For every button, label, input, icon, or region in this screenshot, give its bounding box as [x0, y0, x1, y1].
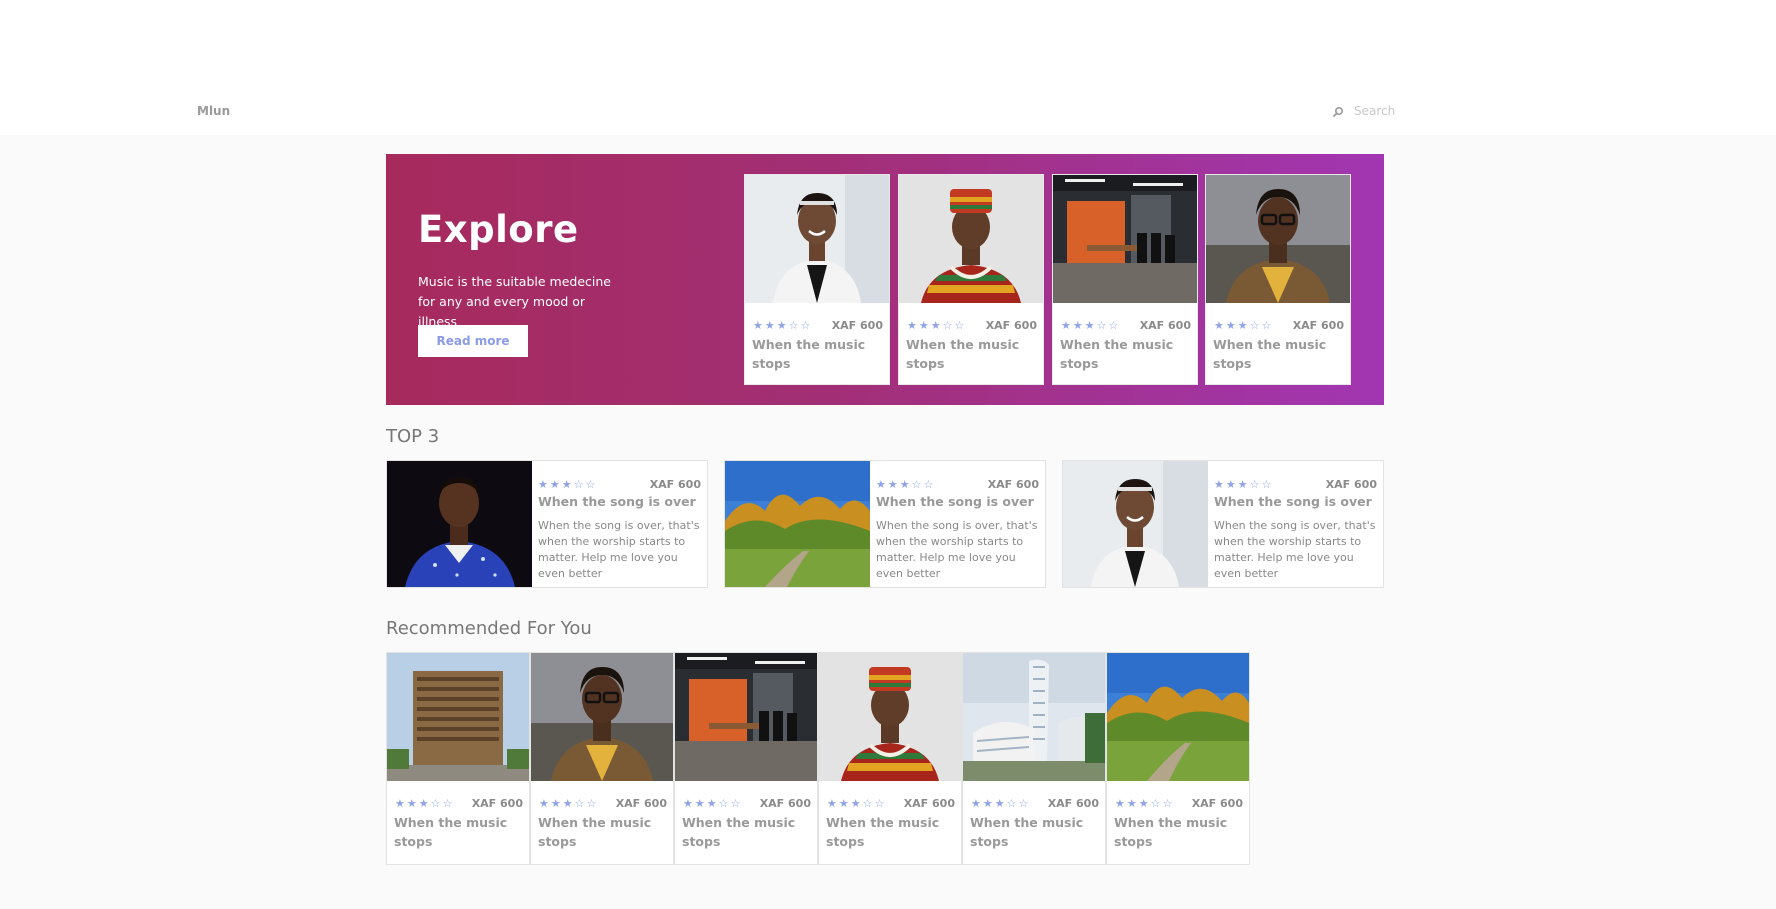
star-rating: ★★★☆☆	[539, 797, 599, 810]
star-rating: ★★★☆☆	[1214, 478, 1274, 491]
star-rating: ★★★☆☆	[753, 319, 813, 332]
search-icon[interactable]	[1331, 104, 1345, 118]
rating-row: ★★★☆☆ XAF 600	[963, 793, 1105, 813]
card-title[interactable]: When the song is over	[1208, 494, 1383, 509]
price-label: XAF 600	[987, 478, 1039, 491]
card-description: When the song is over, that's when the w…	[1214, 519, 1376, 580]
office-orange-room-photo	[1053, 175, 1197, 303]
star-rating: ★★★☆☆	[538, 478, 598, 491]
recommended-card[interactable]: ★★★☆☆ XAF 600 When the music stops	[818, 652, 962, 865]
rating-row: ★★★☆☆ XAF 600	[675, 793, 817, 813]
card-title[interactable]: When the music stops	[531, 813, 673, 851]
rating-row: ★★★☆☆ XAF 600	[387, 793, 529, 813]
woman-glasses-photo	[1206, 175, 1350, 303]
rating-row: ★★★☆☆ XAF 600	[819, 793, 961, 813]
modern-architecture-photo	[963, 653, 1105, 781]
star-rating: ★★★☆☆	[1115, 797, 1175, 810]
price-label: XAF 600	[985, 319, 1037, 332]
recommended-card[interactable]: ★★★☆☆ XAF 600 When the music stops	[962, 652, 1106, 865]
top3-card-body: ★★★☆☆ XAF 600 When the song is over When…	[1208, 461, 1383, 587]
price-label: XAF 600	[471, 797, 523, 810]
woman-glasses-photo	[531, 653, 673, 781]
card-title[interactable]: When the music stops	[1206, 335, 1350, 373]
man-blue-shirt-photo	[387, 461, 532, 587]
recommended-card[interactable]: ★★★☆☆ XAF 600 When the music stops	[530, 652, 674, 865]
recommended-card[interactable]: ★★★☆☆ XAF 600 When the music stops	[1106, 652, 1250, 865]
office-orange-room-photo	[675, 653, 817, 781]
top3-card-body: ★★★☆☆ XAF 600 When the song is over When…	[870, 461, 1045, 587]
price-label: XAF 600	[1139, 319, 1191, 332]
price-label: XAF 600	[1191, 797, 1243, 810]
man-traditional-attire-photo	[899, 175, 1043, 303]
forest-path-photo	[725, 461, 870, 587]
star-rating: ★★★☆☆	[907, 319, 967, 332]
card-title[interactable]: When the music stops	[963, 813, 1105, 851]
card-title[interactable]: When the song is over	[532, 494, 707, 509]
card-title[interactable]: When the music stops	[1053, 335, 1197, 373]
top3-card[interactable]: ★★★☆☆ XAF 600 When the song is over When…	[1062, 460, 1384, 588]
price-label: XAF 600	[903, 797, 955, 810]
price-label: XAF 600	[1325, 478, 1377, 491]
rating-row: ★★★☆☆ XAF 600	[1208, 478, 1383, 494]
hero-card[interactable]: ★★★☆☆ XAF 600 When the music stops	[744, 174, 890, 385]
man-traditional-attire-photo	[819, 653, 961, 781]
card-title[interactable]: When the music stops	[899, 335, 1043, 373]
rating-row: ★★★☆☆ XAF 600	[870, 478, 1045, 494]
search-input[interactable]	[1354, 104, 1474, 118]
hero-card[interactable]: ★★★☆☆ XAF 600 When the music stops	[1052, 174, 1198, 385]
hero-description: Music is the suitable medecine for any a…	[418, 274, 611, 329]
top3-heading: TOP 3	[386, 426, 440, 447]
woman-white-blazer-photo	[1063, 461, 1208, 587]
price-label: XAF 600	[831, 319, 883, 332]
rating-row: ★★★☆☆ XAF 600	[532, 478, 707, 494]
price-label: XAF 600	[649, 478, 701, 491]
price-label: XAF 600	[615, 797, 667, 810]
card-title[interactable]: When the music stops	[745, 335, 889, 373]
rating-row: ★★★☆☆ XAF 600	[899, 315, 1043, 335]
top3-card[interactable]: ★★★☆☆ XAF 600 When the song is over When…	[386, 460, 708, 588]
top-navbar: Mlun	[0, 0, 1776, 135]
star-rating: ★★★☆☆	[683, 797, 743, 810]
top3-card[interactable]: ★★★☆☆ XAF 600 When the song is over When…	[724, 460, 1046, 588]
woman-white-blazer-photo	[745, 175, 889, 303]
recommended-card[interactable]: ★★★☆☆ XAF 600 When the music stops	[386, 652, 530, 865]
star-rating: ★★★☆☆	[827, 797, 887, 810]
top3-card-body: ★★★☆☆ XAF 600 When the song is over When…	[532, 461, 707, 587]
price-label: XAF 600	[759, 797, 811, 810]
card-title[interactable]: When the music stops	[675, 813, 817, 851]
recommended-card[interactable]: ★★★☆☆ XAF 600 When the music stops	[674, 652, 818, 865]
rating-row: ★★★☆☆ XAF 600	[1206, 315, 1350, 335]
card-title[interactable]: When the music stops	[819, 813, 961, 851]
star-rating: ★★★☆☆	[876, 478, 936, 491]
rating-row: ★★★☆☆ XAF 600	[745, 315, 889, 335]
hero-card[interactable]: ★★★☆☆ XAF 600 When the music stops	[1205, 174, 1351, 385]
read-more-button[interactable]: Read more	[418, 325, 528, 357]
building-tower-photo	[387, 653, 529, 781]
star-rating: ★★★☆☆	[395, 797, 455, 810]
card-title[interactable]: When the song is over	[870, 494, 1045, 509]
card-title[interactable]: When the music stops	[1107, 813, 1249, 851]
rating-row: ★★★☆☆ XAF 600	[1053, 315, 1197, 335]
rating-row: ★★★☆☆ XAF 600	[1107, 793, 1249, 813]
star-rating: ★★★☆☆	[1061, 319, 1121, 332]
price-label: XAF 600	[1047, 797, 1099, 810]
card-description: When the song is over, that's when the w…	[876, 519, 1038, 580]
star-rating: ★★★☆☆	[1214, 319, 1274, 332]
recommended-heading: Recommended For You	[386, 618, 592, 639]
rating-row: ★★★☆☆ XAF 600	[531, 793, 673, 813]
card-title[interactable]: When the music stops	[387, 813, 529, 851]
hero-card[interactable]: ★★★☆☆ XAF 600 When the music stops	[898, 174, 1044, 385]
forest-path-photo	[1107, 653, 1249, 781]
brand-logo[interactable]: Mlun	[197, 104, 230, 118]
star-rating: ★★★☆☆	[971, 797, 1031, 810]
card-description: When the song is over, that's when the w…	[538, 519, 700, 580]
price-label: XAF 600	[1292, 319, 1344, 332]
hero-title: Explore	[418, 208, 579, 251]
search-box[interactable]	[1331, 104, 1474, 118]
